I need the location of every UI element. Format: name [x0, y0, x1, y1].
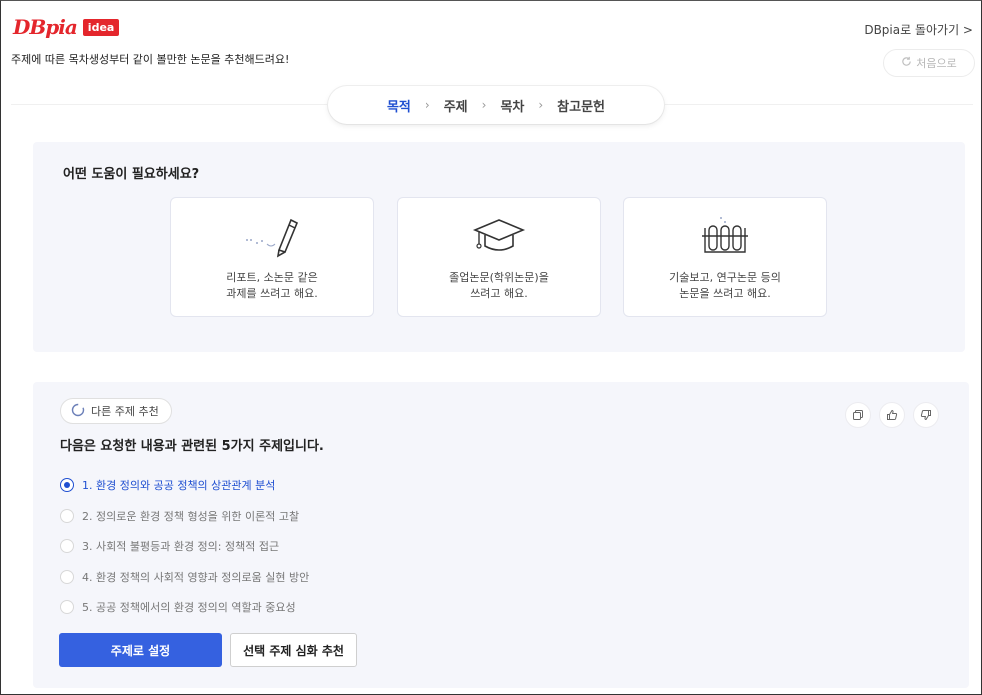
thumbs-up-icon[interactable] — [879, 402, 905, 428]
thumbs-down-icon[interactable] — [913, 402, 939, 428]
chevron-right-icon: › — [424, 98, 430, 112]
logo[interactable]: DBpia idea — [13, 15, 120, 39]
set-topic-button[interactable]: 주제로 설정 — [59, 633, 222, 667]
radio-button[interactable] — [60, 569, 74, 584]
topic-option-label: 4. 환경 정책의 사회적 영향과 정의로움 실현 방안 — [82, 570, 310, 584]
topic-option[interactable]: 1. 환경 정의와 공공 정책의 상관관계 분석 — [60, 470, 309, 501]
topic-option[interactable]: 5. 공공 정책에서의 환경 정의의 역할과 중요성 — [60, 592, 309, 623]
topic-option-label: 3. 사회적 불평등과 환경 정의: 정책적 접근 — [82, 540, 280, 554]
alternate-topics-label: 다른 주제 추천 — [91, 405, 159, 418]
refresh-icon — [901, 56, 912, 70]
feedback-actions — [845, 402, 939, 428]
chevron-right-icon: › — [538, 98, 544, 112]
pen-icon — [237, 214, 307, 258]
chevron-right-icon: › — [481, 98, 487, 112]
graduation-cap-icon — [469, 214, 529, 258]
page-subtitle: 주제에 따른 목차생성부터 같이 볼만한 논문을 추천해드려요! — [11, 53, 290, 66]
radio-button[interactable] — [60, 508, 74, 523]
radio-button-selected[interactable] — [60, 478, 74, 493]
step-references[interactable]: 참고문헌 — [557, 96, 605, 115]
refresh-icon — [71, 403, 85, 420]
step-topic[interactable]: 주제 — [444, 96, 468, 115]
topic-option[interactable]: 2. 정의로운 환경 정책 형성을 위한 이론적 고찰 — [60, 501, 309, 532]
purpose-card-report[interactable]: 리포트, 소논문 같은 과제를 쓰려고 해요. — [170, 197, 374, 317]
radio-button[interactable] — [60, 600, 74, 615]
alternate-topics-button[interactable]: 다른 주제 추천 — [60, 398, 172, 424]
back-to-dbpia-link[interactable]: DBpia로 돌아가기 > — [864, 21, 973, 38]
purpose-card-label: 졸업논문(학위논문)을 쓰려고 해요. — [449, 271, 549, 300]
app-frame: DBpia idea 주제에 따른 목차생성부터 같이 볼만한 논문을 추천해드… — [0, 0, 982, 695]
topics-panel: 다른 주제 추천 다음은 요청한 내용과 관련된 5가지 주제입니다. 1. 환… — [33, 382, 969, 688]
logo-badge: idea — [82, 18, 120, 36]
purpose-panel: 어떤 도움이 필요하세요? 리포트, 소논문 같은 과제를 쓰려고 해요. 졸업… — [33, 142, 965, 352]
copy-icon[interactable] — [845, 402, 871, 428]
logo-text: DBpia — [13, 15, 78, 39]
topic-option-label: 2. 정의로운 환경 정책 형성을 위한 이론적 고찰 — [82, 509, 300, 523]
purpose-card-label: 기술보고, 연구논문 등의 논문을 쓰려고 해요. — [669, 271, 781, 300]
reset-label: 처음으로 — [916, 57, 957, 70]
topic-options: 1. 환경 정의와 공공 정책의 상관관계 분석 2. 정의로운 환경 정책 형… — [60, 470, 309, 623]
radio-button[interactable] — [60, 539, 74, 554]
deep-recommend-button[interactable]: 선택 주제 심화 추천 — [230, 633, 357, 667]
topics-title: 다음은 요청한 내용과 관련된 5가지 주제입니다. — [60, 439, 324, 454]
topic-option-label: 5. 공공 정책에서의 환경 정의의 역할과 중요성 — [82, 601, 296, 615]
purpose-card-label: 리포트, 소논문 같은 과제를 쓰려고 해요. — [226, 271, 318, 300]
test-tubes-icon — [695, 214, 755, 258]
purpose-card-research[interactable]: 기술보고, 연구논문 등의 논문을 쓰려고 해요. — [623, 197, 827, 317]
step-toc[interactable]: 목차 — [500, 96, 524, 115]
reset-button[interactable]: 처음으로 — [883, 49, 975, 77]
topic-option-label: 1. 환경 정의와 공공 정책의 상관관계 분석 — [82, 479, 276, 493]
topic-option[interactable]: 3. 사회적 불평등과 환경 정의: 정책적 접근 — [60, 531, 309, 562]
purpose-card-thesis[interactable]: 졸업논문(학위논문)을 쓰려고 해요. — [397, 197, 601, 317]
step-purpose[interactable]: 목적 — [387, 96, 411, 115]
progress-stepper: 목적 › 주제 › 목차 › 참고문헌 — [328, 86, 664, 124]
purpose-question: 어떤 도움이 필요하세요? — [63, 167, 200, 182]
topic-option[interactable]: 4. 환경 정책의 사회적 영향과 정의로움 실현 방안 — [60, 562, 309, 593]
